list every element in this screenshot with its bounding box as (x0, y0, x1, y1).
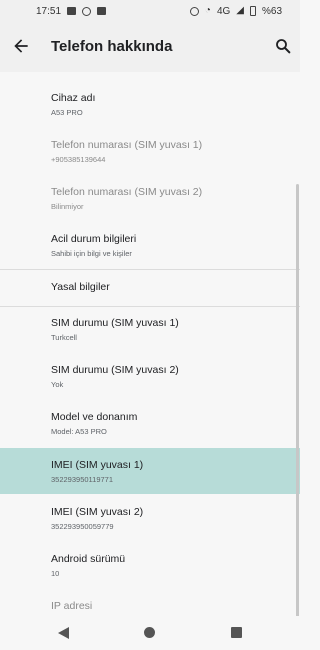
item-title: IMEI (SIM yuvası 1) (51, 459, 144, 471)
divider (0, 306, 300, 307)
list-item-sim-status-1[interactable]: SIM durumu (SIM yuvası 1) Turkcell (0, 317, 300, 357)
item-title: SIM durumu (SIM yuvası 1) (51, 317, 179, 329)
item-subtitle: 352293950119771 (51, 475, 114, 484)
list-item-model-hardware[interactable]: Model ve donanım Model: A53 PRO (0, 411, 300, 451)
item-subtitle: Yok (51, 380, 64, 389)
status-bar: 17:51 ◔ 4G ◢ %63 (0, 0, 300, 22)
page-title: Telefon hakkında (51, 38, 173, 55)
item-subtitle: +905385139644 (51, 155, 106, 164)
list-item-android-version[interactable]: Android sürümü 10 (0, 553, 300, 593)
item-subtitle: Model: A53 PRO (51, 427, 107, 436)
item-subtitle: Bilinmiyor (51, 202, 84, 211)
item-title: Model ve donanım (51, 411, 138, 423)
list-item-sim-status-2[interactable]: SIM durumu (SIM yuvası 2) Yok (0, 364, 300, 404)
network-type: 4G (216, 5, 231, 17)
list-item-legal-info[interactable]: Yasal bilgiler (0, 281, 300, 301)
back-arrow-icon[interactable] (11, 36, 31, 56)
navigation-bar (0, 616, 300, 650)
nav-back-icon[interactable] (58, 627, 69, 639)
list-item-phone-number-sim2: Telefon numarası (SIM yuvası 2) Bilinmiy… (0, 186, 300, 226)
item-title: Telefon numarası (SIM yuvası 2) (51, 186, 203, 198)
scrollbar[interactable] (296, 184, 299, 616)
nav-recent-apps-icon[interactable] (231, 627, 242, 638)
divider (0, 269, 300, 270)
item-subtitle: 10 (51, 569, 60, 578)
item-subtitle: 352293950059779 (51, 522, 114, 531)
item-subtitle: Turkcell (51, 333, 77, 342)
alarm-icon (189, 6, 199, 16)
message-icon (97, 7, 107, 15)
whatsapp-icon (82, 6, 92, 16)
item-title: Yasal bilgiler (51, 281, 110, 293)
list-item-ip-address[interactable]: IP adresi (0, 600, 300, 616)
nav-home-icon[interactable] (144, 627, 155, 638)
list-item-imei-sim2[interactable]: IMEI (SIM yuvası 2) 352293950059779 (0, 506, 300, 546)
wifi-icon: ◔ (204, 5, 211, 16)
item-title: IMEI (SIM yuvası 2) (51, 506, 144, 518)
item-subtitle: A53 PRO (51, 108, 83, 117)
battery-icon (249, 6, 256, 16)
list-item-imei-sim1[interactable]: IMEI (SIM yuvası 1) 352293950119771 (0, 448, 300, 494)
status-time: 17:51 (36, 5, 62, 17)
app-bar: Telefon hakkında (0, 22, 300, 72)
list-item-device-name[interactable]: Cihaz adı A53 PRO (0, 92, 300, 132)
status-right: ◔ 4G ◢ %63 (189, 5, 282, 17)
search-icon[interactable] (274, 37, 292, 55)
list-item-emergency-info[interactable]: Acil durum bilgileri Sahibi için bilgi v… (0, 233, 300, 273)
list-item-phone-number-sim1: Telefon numarası (SIM yuvası 1) +9053851… (0, 139, 300, 179)
item-title: Telefon numarası (SIM yuvası 1) (51, 139, 203, 151)
item-title: SIM durumu (SIM yuvası 2) (51, 364, 179, 376)
item-title: Acil durum bilgileri (51, 233, 137, 245)
item-title: Android sürümü (51, 553, 126, 565)
status-left: 17:51 (36, 5, 107, 17)
settings-list: Cihaz adı A53 PRO Telefon numarası (SIM … (0, 72, 300, 616)
item-subtitle: Sahibi için bilgi ve kişiler (51, 249, 132, 258)
signal-icon: ◢ (236, 5, 244, 16)
item-title: IP adresi (51, 600, 93, 612)
item-title: Cihaz adı (51, 92, 96, 104)
battery-percent: %63 (261, 5, 282, 17)
image-icon (67, 7, 77, 15)
